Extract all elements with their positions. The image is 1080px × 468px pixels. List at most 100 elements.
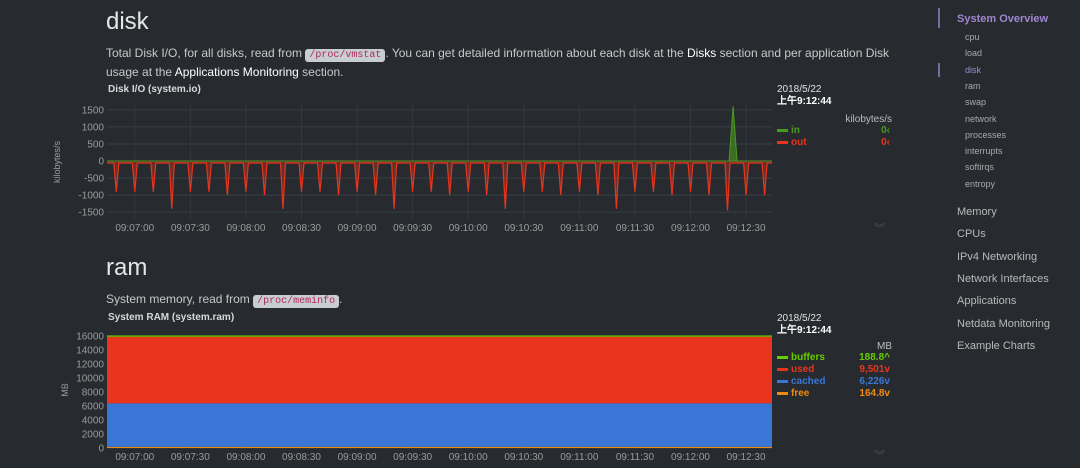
x-tick-label: 09:09:30 <box>393 223 432 234</box>
disk-io-chart[interactable]: 1500 1000 500 0 -500 -1000 -1500 09:07:00 09:07:… <box>78 103 773 234</box>
legend-series-value: 0‹ <box>881 137 890 148</box>
area-free <box>107 446 772 448</box>
y-tick-label: 4000 <box>82 416 105 427</box>
legend-units: MB <box>877 341 892 352</box>
nav-sub-cpu[interactable]: cpu <box>965 32 980 42</box>
x-tick-label: 09:11:30 <box>616 452 655 463</box>
nav-section-network-interfaces[interactable]: Network Interfaces <box>957 273 1049 285</box>
y-tick-label: 0 <box>98 157 104 168</box>
nav-sub-ram[interactable]: ram <box>965 81 981 91</box>
legend-units: kilobytes/s <box>845 114 892 125</box>
nav-section-example-charts[interactable]: Example Charts <box>957 340 1035 352</box>
system-ram-chart[interactable]: 16000 14000 12000 10000 8000 6000 4000 2000 0 09:… <box>76 332 772 464</box>
legend-row-out[interactable]: out 0‹ <box>777 137 892 149</box>
x-tick-label: 09:10:30 <box>504 223 543 234</box>
y-tick-label: -500 <box>84 174 104 185</box>
x-tick-label: 09:07:30 <box>171 223 210 234</box>
y-tick-label: 12000 <box>76 360 104 371</box>
x-tick-label: 09:07:30 <box>171 452 210 463</box>
legend-series-value: 9,501v <box>859 364 890 375</box>
nav-sub-interrupts[interactable]: interrupts <box>965 146 1003 156</box>
legend-series-name: used <box>791 364 815 375</box>
y-tick-label: 1000 <box>82 122 105 133</box>
nav-active-indicator <box>938 8 940 28</box>
nav-sub-processes[interactable]: processes <box>965 130 1006 140</box>
nav-sub-load[interactable]: load <box>965 48 982 58</box>
series-in-spike <box>728 106 738 162</box>
disk-legend: 2018/5/22 上午9:12:44 kilobytes/s in 0‹ out 0… <box>777 84 892 149</box>
legend-series-name: buffers <box>791 352 825 363</box>
nav-section-cpus[interactable]: CPUs <box>957 228 986 240</box>
legend-series-value: 0‹ <box>881 125 890 136</box>
y-tick-label: 8000 <box>82 388 105 399</box>
y-tick-label: 1500 <box>82 105 105 116</box>
area-used <box>107 336 772 404</box>
legend-row-in[interactable]: in 0‹ <box>777 125 892 137</box>
legend-series-value: 188.8^ <box>859 352 890 363</box>
nav-section-memory[interactable]: Memory <box>957 206 997 218</box>
nav-sub-disk[interactable]: disk <box>965 65 981 75</box>
x-tick-label: 09:12:30 <box>727 452 766 463</box>
nav-section-netdata-monitoring[interactable]: Netdata Monitoring <box>957 318 1050 330</box>
charts-canvas[interactable]: 1500 1000 500 0 -500 -1000 -1500 09:07:00 09:07:… <box>0 0 1080 468</box>
y-tick-label: 500 <box>87 139 104 150</box>
legend-row-used[interactable]: used 9,501v <box>777 364 892 376</box>
y-tick-label: -1500 <box>78 208 104 219</box>
x-tick-label: 09:09:00 <box>338 452 377 463</box>
legend-row-cached[interactable]: cached 6,226v <box>777 376 892 388</box>
y-tick-label: 16000 <box>76 332 104 343</box>
disk-resize-handle-icon[interactable]: ︾ <box>874 220 885 236</box>
legend-row-free[interactable]: free 164.8v <box>777 388 892 400</box>
legend-series-value: 6,226v <box>859 376 890 387</box>
x-tick-label: 09:08:30 <box>282 452 321 463</box>
x-tick-label: 09:08:30 <box>282 223 321 234</box>
legend-date: 2018/5/22 <box>777 313 822 324</box>
x-tick-label: 09:10:00 <box>449 223 488 234</box>
x-tick-label: 09:10:30 <box>504 452 543 463</box>
area-cached <box>107 403 772 447</box>
x-tick-label: 09:09:30 <box>393 452 432 463</box>
x-tick-label: 09:07:00 <box>115 452 154 463</box>
nav-section-applications[interactable]: Applications <box>957 295 1016 307</box>
area-buffers <box>107 335 772 337</box>
x-tick-label: 09:12:00 <box>671 223 710 234</box>
legend-swatch <box>777 380 788 383</box>
legend-row-buffers[interactable]: buffers 188.8^ <box>777 352 892 364</box>
legend-time: 上午9:12:44 <box>777 96 832 107</box>
x-tick-label: 09:07:00 <box>115 223 154 234</box>
nav-section-ipv4-networking[interactable]: IPv4 Networking <box>957 251 1037 263</box>
x-tick-label: 09:08:00 <box>226 452 265 463</box>
y-tick-label: 6000 <box>82 402 105 413</box>
y-tick-label: 10000 <box>76 374 104 385</box>
x-tick-label: 09:08:00 <box>226 223 265 234</box>
nav-sub-entropy[interactable]: entropy <box>965 179 995 189</box>
legend-swatch <box>777 356 788 359</box>
legend-swatch <box>777 368 788 371</box>
nav-sub-softirqs[interactable]: softirqs <box>965 162 994 172</box>
legend-series-value: 164.8v <box>859 388 890 399</box>
x-tick-label: 09:12:00 <box>671 452 710 463</box>
x-tick-label: 09:11:00 <box>560 223 599 234</box>
nav-sub-swap[interactable]: swap <box>965 97 986 107</box>
y-tick-label: 0 <box>98 444 104 455</box>
legend-date: 2018/5/22 <box>777 84 822 95</box>
ram-legend: 2018/5/22 上午9:12:44 MB buffers 188.8^ used… <box>777 313 892 400</box>
nav-sub-network[interactable]: network <box>965 114 997 124</box>
x-tick-label: 09:11:00 <box>560 452 599 463</box>
legend-swatch <box>777 392 788 395</box>
x-tick-label: 09:10:00 <box>449 452 488 463</box>
nav-sub-indicator <box>938 63 940 77</box>
legend-swatch <box>777 141 788 144</box>
legend-time: 上午9:12:44 <box>777 325 832 336</box>
legend-series-name: free <box>791 388 810 399</box>
legend-swatch <box>777 129 788 132</box>
ram-resize-handle-icon[interactable]: ︾ <box>874 447 885 463</box>
y-tick-label: 2000 <box>82 430 105 441</box>
x-tick-label: 09:12:30 <box>727 223 766 234</box>
nav-system-overview[interactable]: System Overview <box>957 13 1048 25</box>
legend-series-name: cached <box>791 376 826 387</box>
y-tick-label: 14000 <box>76 346 104 357</box>
legend-series-name: in <box>791 125 800 136</box>
x-tick-label: 09:11:30 <box>616 223 655 234</box>
y-tick-label: -1000 <box>78 191 104 202</box>
